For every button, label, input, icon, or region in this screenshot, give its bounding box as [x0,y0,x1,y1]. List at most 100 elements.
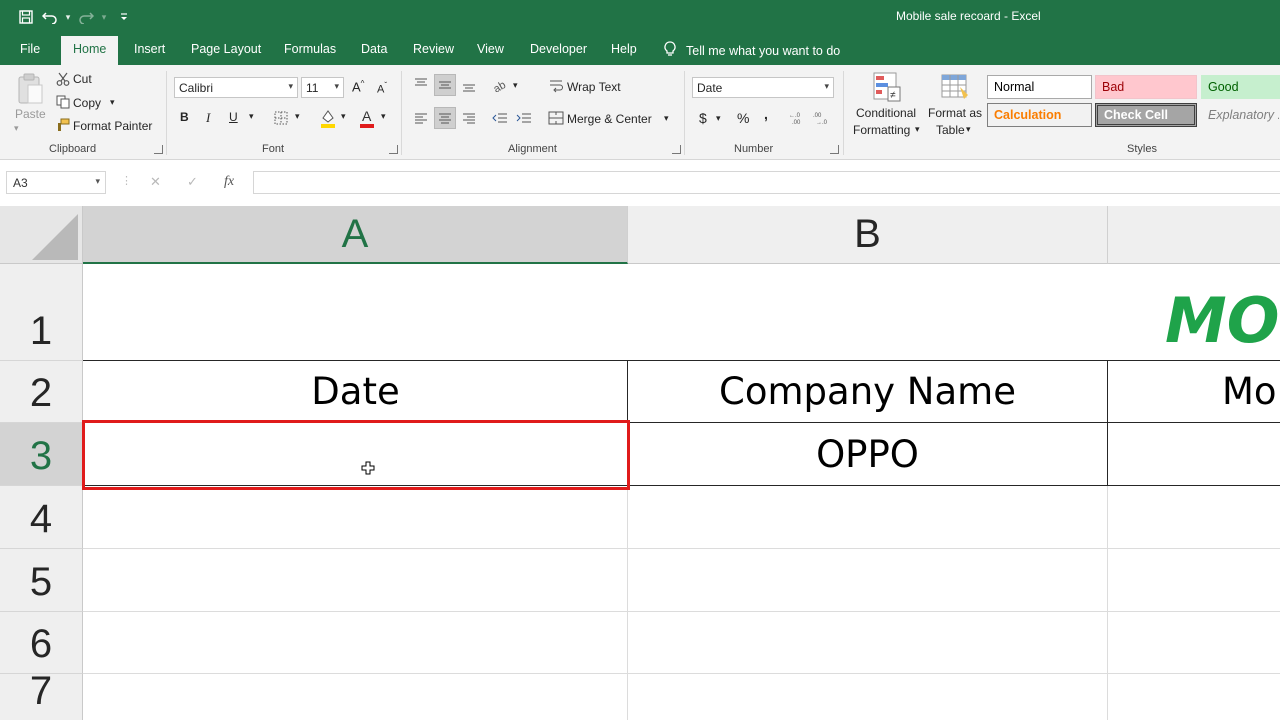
conditional-formatting-line2[interactable]: Formatting [853,123,910,137]
decrease-decimal-icon[interactable]: .00 →.0 [813,110,831,126]
tab-data[interactable]: Data [361,42,387,56]
row-header-3[interactable]: 3 [0,423,83,486]
paste-icon[interactable] [14,71,46,107]
column-header-b[interactable]: B [628,206,1108,264]
cell-a2[interactable]: Date [84,361,627,422]
format-as-table-line1[interactable]: Format as [928,106,982,120]
align-left-icon[interactable] [412,109,430,127]
orientation-icon[interactable]: ab [491,77,511,93]
align-right-icon[interactable] [460,109,478,127]
tab-developer[interactable]: Developer [530,42,587,56]
style-explanatory[interactable]: Explanatory ... [1201,103,1280,127]
tab-file[interactable]: File [20,42,40,56]
paste-dropdown-icon[interactable]: ▾ [14,123,19,134]
format-painter-label[interactable]: Format Painter [73,119,152,133]
tab-view[interactable]: View [477,42,504,56]
align-center-icon[interactable] [434,107,456,129]
name-box[interactable]: A3 ▾ [6,171,106,194]
increase-decimal-icon[interactable]: ←.0.00 [789,110,807,126]
row-header-5[interactable]: 5 [0,549,83,612]
format-as-table-dropdown-icon[interactable]: ▾ [966,124,971,135]
underline-dropdown-icon[interactable]: ▾ [249,111,254,122]
cell-c2[interactable]: Mo [1108,361,1280,422]
clipboard-launcher-icon[interactable] [154,145,163,154]
increase-indent-icon[interactable] [515,109,533,127]
decrease-font-size-icon[interactable]: Aˇ [377,81,387,96]
cancel-icon[interactable]: ✕ [150,174,161,190]
enter-icon[interactable]: ✓ [187,174,198,190]
style-bad[interactable]: Bad [1095,75,1197,99]
font-launcher-icon[interactable] [389,145,398,154]
percent-button[interactable]: % [737,110,749,126]
wrap-text-label[interactable]: Wrap Text [567,80,621,94]
formula-input[interactable] [253,171,1280,194]
bold-button[interactable]: B [180,110,189,124]
format-painter-icon[interactable] [55,117,71,133]
cell-c3[interactable] [1108,423,1280,485]
tab-formulas[interactable]: Formulas [284,42,336,56]
row-header-4[interactable]: 4 [0,486,83,549]
merge-dropdown-icon[interactable]: ▾ [664,113,669,124]
insert-function-button[interactable]: fx [224,174,234,190]
align-middle-icon[interactable] [434,74,456,96]
fill-color-dropdown-icon[interactable]: ▾ [341,111,346,122]
align-bottom-icon[interactable] [460,77,478,95]
cut-label[interactable]: Cut [73,72,92,86]
borders-dropdown-icon[interactable]: ▾ [295,111,300,122]
row-header-6[interactable]: 6 [0,612,83,674]
style-calculation[interactable]: Calculation [987,103,1092,127]
tab-review[interactable]: Review [413,42,454,56]
comma-button[interactable]: , [764,106,768,122]
paste-label[interactable]: Paste [15,107,46,121]
font-name-combo[interactable]: Calibri ▾ [174,77,298,98]
format-as-table-icon[interactable] [940,71,970,103]
orientation-dropdown-icon[interactable]: ▾ [513,80,518,91]
row-header-1[interactable]: 1 [0,264,83,361]
customize-qat-icon[interactable] [116,6,132,28]
cut-icon[interactable] [55,71,71,87]
tab-help[interactable]: Help [611,42,637,56]
cell-b2[interactable]: Company Name [628,361,1107,422]
number-format-combo[interactable]: Date ▾ [692,77,834,98]
fill-color-icon[interactable] [319,108,337,128]
column-header-a[interactable]: A [83,206,628,264]
copy-dropdown-icon[interactable]: ▾ [110,97,115,108]
format-as-table-line2[interactable]: Table [936,123,965,137]
tab-insert[interactable]: Insert [134,42,165,56]
currency-dropdown-icon[interactable]: ▾ [716,113,721,124]
increase-font-size-icon[interactable]: A^ [352,79,364,94]
style-good[interactable]: Good [1201,75,1280,99]
column-header-c[interactable] [1108,206,1280,264]
font-color-dropdown-icon[interactable]: ▾ [381,111,386,122]
style-check-cell[interactable]: Check Cell [1095,103,1197,127]
undo-dropdown-icon[interactable]: ▾ [62,6,74,28]
copy-icon[interactable] [55,94,71,110]
merge-center-icon[interactable] [547,110,565,126]
select-all-button[interactable] [0,206,83,264]
row-header-7[interactable]: 7 [0,669,83,720]
decrease-indent-icon[interactable] [491,109,509,127]
wrap-text-icon[interactable] [548,78,564,94]
font-size-combo[interactable]: 11 ▾ [301,77,344,98]
font-color-icon[interactable]: A [358,108,376,128]
conditional-formatting-line1[interactable]: Conditional [856,106,916,120]
underline-button[interactable]: U [229,110,238,124]
row-header-2[interactable]: 2 [0,361,83,423]
sheet-title-cell[interactable]: MO [1165,284,1279,357]
style-normal[interactable]: Normal [987,75,1092,99]
copy-label[interactable]: Copy [73,96,101,110]
save-icon[interactable] [14,6,38,28]
number-launcher-icon[interactable] [830,145,839,154]
tell-me-box[interactable]: Tell me what you want to do [664,41,840,60]
cell-b3[interactable]: OPPO [628,423,1107,485]
currency-button[interactable]: $ [699,110,707,126]
alignment-launcher-icon[interactable] [672,145,681,154]
undo-icon[interactable] [38,6,62,28]
align-top-icon[interactable] [412,75,430,93]
redo-icon[interactable] [74,6,98,28]
italic-button[interactable]: I [206,110,210,126]
merge-center-label[interactable]: Merge & Center [567,112,652,126]
conditional-formatting-dropdown-icon[interactable]: ▾ [915,124,920,135]
conditional-formatting-icon[interactable]: ≠ [872,71,902,103]
tab-home[interactable]: Home [61,36,119,65]
